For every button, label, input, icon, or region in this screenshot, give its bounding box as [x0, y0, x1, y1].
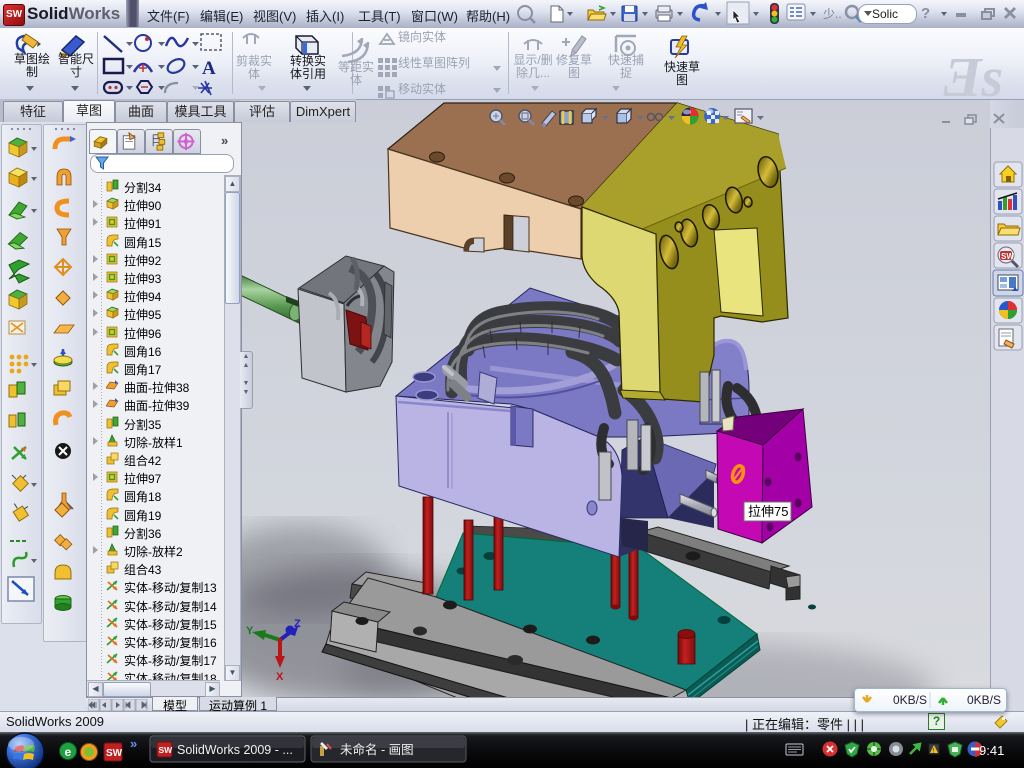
svg-text:SolidWorks 2009 - ...: SolidWorks 2009 - ... — [177, 743, 293, 757]
svg-text:SW: SW — [1001, 252, 1014, 261]
svg-text:未命名 - 画图: 未命名 - 画图 — [340, 742, 414, 757]
svg-text:X: X — [276, 671, 284, 683]
svg-text:A: A — [202, 58, 216, 79]
svg-text:少..: 少.. — [823, 7, 842, 21]
svg-text:拉伸75: 拉伸75 — [748, 504, 788, 519]
svg-text:Ǝs: Ǝs — [943, 47, 1003, 99]
svg-text:9:41: 9:41 — [979, 743, 1004, 758]
svg-text:Y: Y — [246, 625, 254, 637]
svg-text:»: » — [130, 736, 137, 751]
svg-text:Z: Z — [294, 618, 301, 630]
svg-text:SW: SW — [106, 748, 123, 759]
svg-text:SW: SW — [159, 745, 174, 755]
svg-text:e: e — [65, 745, 72, 759]
